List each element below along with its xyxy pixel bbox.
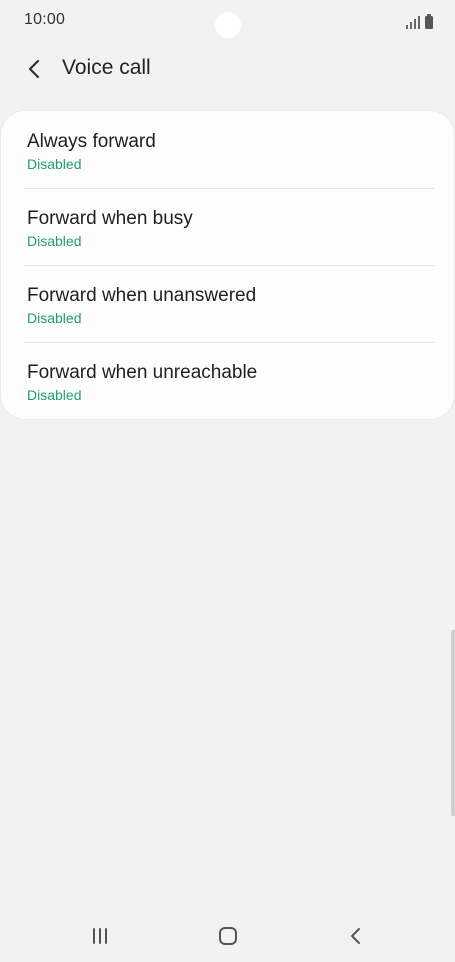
list-item-forward-when-unreachable[interactable]: Forward when unreachable Disabled xyxy=(1,342,454,419)
scrollbar[interactable] xyxy=(451,630,455,816)
camera-cutout xyxy=(215,12,241,38)
item-title: Forward when busy xyxy=(27,208,193,229)
status-time: 10:00 xyxy=(24,11,66,28)
signal-icon xyxy=(406,15,420,29)
recent-apps-button[interactable] xyxy=(80,920,120,952)
list-item-always-forward[interactable]: Always forward Disabled xyxy=(1,111,454,188)
item-status: Disabled xyxy=(27,233,82,249)
page-title: Voice call xyxy=(62,56,151,79)
list-item-forward-when-unanswered[interactable]: Forward when unanswered Disabled xyxy=(1,265,454,342)
forward-options-card: Always forward Disabled Forward when bus… xyxy=(1,111,454,419)
item-title: Forward when unreachable xyxy=(27,362,258,383)
back-button[interactable] xyxy=(18,52,52,86)
status-icons xyxy=(406,13,433,29)
item-status: Disabled xyxy=(27,156,82,172)
back-icon xyxy=(351,928,360,944)
recent-apps-icon xyxy=(93,928,107,944)
list-item-forward-when-busy[interactable]: Forward when busy Disabled xyxy=(1,188,454,265)
app-bar: Voice call xyxy=(0,44,455,92)
battery-icon xyxy=(425,14,433,29)
chevron-left-icon xyxy=(28,59,40,79)
item-title: Forward when unanswered xyxy=(27,285,257,306)
home-icon xyxy=(219,927,237,945)
item-title: Always forward xyxy=(27,131,156,152)
item-status: Disabled xyxy=(27,310,82,326)
item-status: Disabled xyxy=(27,387,82,403)
home-button[interactable] xyxy=(208,920,248,952)
navigation-bar xyxy=(0,908,455,962)
status-bar: 10:00 xyxy=(0,0,455,44)
nav-back-button[interactable] xyxy=(336,920,376,952)
